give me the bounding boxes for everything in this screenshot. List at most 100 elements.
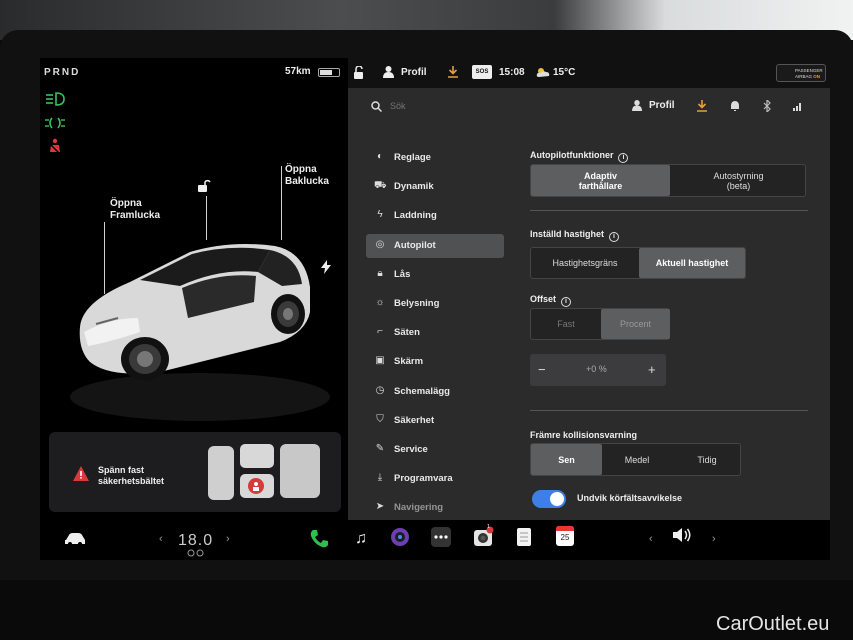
shield-icon: ⛉ bbox=[376, 413, 384, 425]
header-profile-icon bbox=[632, 100, 642, 111]
offset-stepper: − +0 % + bbox=[530, 354, 666, 386]
seat-heater-icon[interactable] bbox=[187, 549, 205, 557]
set-speed-title: Inställd hastighet i bbox=[530, 229, 620, 242]
menu-item-säten[interactable]: ⌐ Säten bbox=[366, 321, 504, 345]
front-trunk-label-1: Öppna bbox=[110, 198, 142, 209]
display-icon: ▣ bbox=[375, 355, 385, 367]
rear-trunk-label-1: Öppna bbox=[285, 164, 317, 175]
menu-item-schemalägg[interactable]: ◷ Schemalägg bbox=[366, 380, 504, 404]
header-profile[interactable]: Profil bbox=[649, 100, 675, 111]
more-apps-icon[interactable] bbox=[431, 527, 451, 547]
clock: 15:08 bbox=[499, 67, 525, 78]
set-speed-title-text: Inställd hastighet bbox=[530, 229, 605, 239]
car-icon[interactable] bbox=[64, 532, 86, 546]
info-icon[interactable]: i bbox=[609, 232, 620, 242]
offset-percent-option[interactable]: Procent bbox=[601, 309, 670, 339]
forward-collision-selector: Sen Medel Tidig bbox=[530, 443, 741, 476]
menu-item-label: Säten bbox=[394, 327, 420, 339]
menu-item-lås[interactable]: 🔒︎ Lås bbox=[366, 263, 504, 287]
phone-icon[interactable] bbox=[308, 528, 330, 550]
navigation-icon: ➤ bbox=[375, 501, 385, 513]
section-divider bbox=[530, 410, 808, 411]
adaptive-cruise-label-2: farthållare bbox=[578, 180, 623, 191]
menu-item-label: Schemalägg bbox=[394, 385, 450, 397]
offset-type-selector: Fast Procent bbox=[530, 308, 670, 340]
fcw-early-option[interactable]: Tidig bbox=[672, 444, 742, 475]
camera-app-icon[interactable] bbox=[389, 526, 411, 548]
bluetooth-icon[interactable] bbox=[763, 100, 771, 112]
temp-up-chevron-icon[interactable]: › bbox=[226, 533, 230, 545]
unlock-icon[interactable] bbox=[195, 178, 211, 194]
info-icon[interactable]: i bbox=[561, 297, 572, 307]
speed-limit-option[interactable]: Hastighetsgräns bbox=[531, 248, 639, 278]
menu-item-label: Autopilot bbox=[394, 239, 436, 251]
menu-item-programvara[interactable]: ⤓ Programvara bbox=[366, 467, 504, 491]
volume-down-chevron-icon[interactable]: ‹ bbox=[649, 533, 653, 545]
watermark: CarOutlet.eu bbox=[716, 613, 830, 635]
headlight-icon bbox=[46, 92, 65, 106]
fcw-medium-option[interactable]: Medel bbox=[602, 444, 672, 475]
increase-offset-button[interactable]: + bbox=[648, 362, 656, 377]
current-speed-option[interactable]: Aktuell hastighet bbox=[639, 248, 745, 278]
search-input[interactable] bbox=[390, 101, 540, 111]
menu-item-laddning[interactable]: ϟ Laddning bbox=[366, 204, 504, 228]
menu-item-skärm[interactable]: ▣ Skärm bbox=[366, 350, 504, 374]
notification-bell-icon[interactable] bbox=[730, 100, 740, 112]
lane-departure-toggle[interactable] bbox=[532, 490, 566, 508]
volume-icon[interactable] bbox=[672, 527, 692, 543]
calendar-icon[interactable]: 25 bbox=[556, 526, 574, 546]
open-front-trunk-button[interactable]: Öppna Framlucka bbox=[110, 198, 160, 222]
lock-status-icon[interactable] bbox=[352, 66, 366, 79]
menu-item-label: Lås bbox=[394, 268, 411, 280]
status-profile[interactable]: Profil bbox=[401, 67, 427, 78]
menu-item-label: Dynamik bbox=[394, 181, 434, 193]
offset-fixed-option[interactable]: Fast bbox=[531, 309, 601, 339]
front-trunk-label-2: Framlucka bbox=[110, 210, 161, 221]
cabin-temperature[interactable]: 18.0 bbox=[178, 532, 213, 550]
menu-item-label: Navigering bbox=[394, 502, 444, 514]
clock-icon: ◷ bbox=[375, 384, 385, 396]
dashcam-icon[interactable] bbox=[473, 526, 495, 548]
airbag-label-2: AIRBAG ON bbox=[795, 74, 825, 80]
header-download-icon[interactable] bbox=[697, 100, 707, 112]
menu-item-navigering[interactable]: ➤ Navigering bbox=[366, 496, 504, 520]
autosteer-option[interactable]: Autostyrning (beta) bbox=[670, 165, 807, 196]
info-icon[interactable]: i bbox=[618, 153, 629, 163]
menu-item-service[interactable]: ✎ Service bbox=[366, 438, 504, 462]
fcw-late-option[interactable]: Sen bbox=[531, 444, 602, 475]
menu-item-dynamik[interactable]: ⛟ Dynamik bbox=[366, 175, 504, 199]
download-icon[interactable] bbox=[448, 66, 458, 78]
autopilot-features-title: Autopilotfunktioner i bbox=[530, 150, 629, 163]
section-divider bbox=[530, 210, 808, 211]
open-rear-trunk-button[interactable]: Öppna Baklucka bbox=[285, 164, 329, 188]
download-icon: ⤓ bbox=[377, 472, 383, 484]
adaptive-cruise-label-1: Adaptiv bbox=[583, 170, 617, 181]
forward-collision-title: Främre kollisionsvarning bbox=[530, 430, 638, 440]
temp-down-chevron-icon[interactable]: ‹ bbox=[159, 533, 163, 545]
camera-badge: 1 bbox=[487, 524, 490, 530]
offset-value: +0 % bbox=[586, 364, 607, 374]
rear-trunk-label-2: Baklucka bbox=[285, 176, 329, 187]
menu-item-reglage[interactable]: ◐ Reglage bbox=[366, 146, 504, 170]
offset-title: Offset i bbox=[530, 294, 572, 307]
sos-button[interactable]: SOS bbox=[472, 65, 492, 79]
music-icon[interactable]: ♫ bbox=[350, 528, 372, 550]
volume-up-chevron-icon[interactable]: › bbox=[712, 533, 716, 545]
weather-icon bbox=[536, 68, 550, 77]
notes-icon[interactable] bbox=[515, 527, 533, 547]
menu-item-autopilot[interactable]: ◎ Autopilot bbox=[366, 233, 504, 258]
menu-item-belysning[interactable]: ☼ Belysning bbox=[366, 292, 504, 316]
search-icon[interactable] bbox=[371, 101, 382, 112]
lane-departure-label: Undvik körfältsavvikelse bbox=[577, 493, 683, 503]
adaptive-cruise-option[interactable]: Adaptiv farthållare bbox=[531, 165, 670, 196]
sun-icon: ☼ bbox=[375, 297, 385, 308]
offset-title-text: Offset bbox=[530, 294, 557, 304]
bolt-icon: ϟ bbox=[377, 209, 383, 221]
seat-icon: ⌐ bbox=[377, 326, 383, 338]
autosteer-label-2: (beta) bbox=[726, 180, 751, 191]
lock-icon: 🔒︎ bbox=[377, 267, 383, 279]
decrease-offset-button[interactable]: − bbox=[538, 362, 546, 377]
wrench-icon: ✎ bbox=[375, 443, 385, 454]
menu-item-säkerhet[interactable]: ⛉ Säkerhet bbox=[366, 409, 504, 433]
car-icon: ⛟ bbox=[374, 180, 387, 192]
